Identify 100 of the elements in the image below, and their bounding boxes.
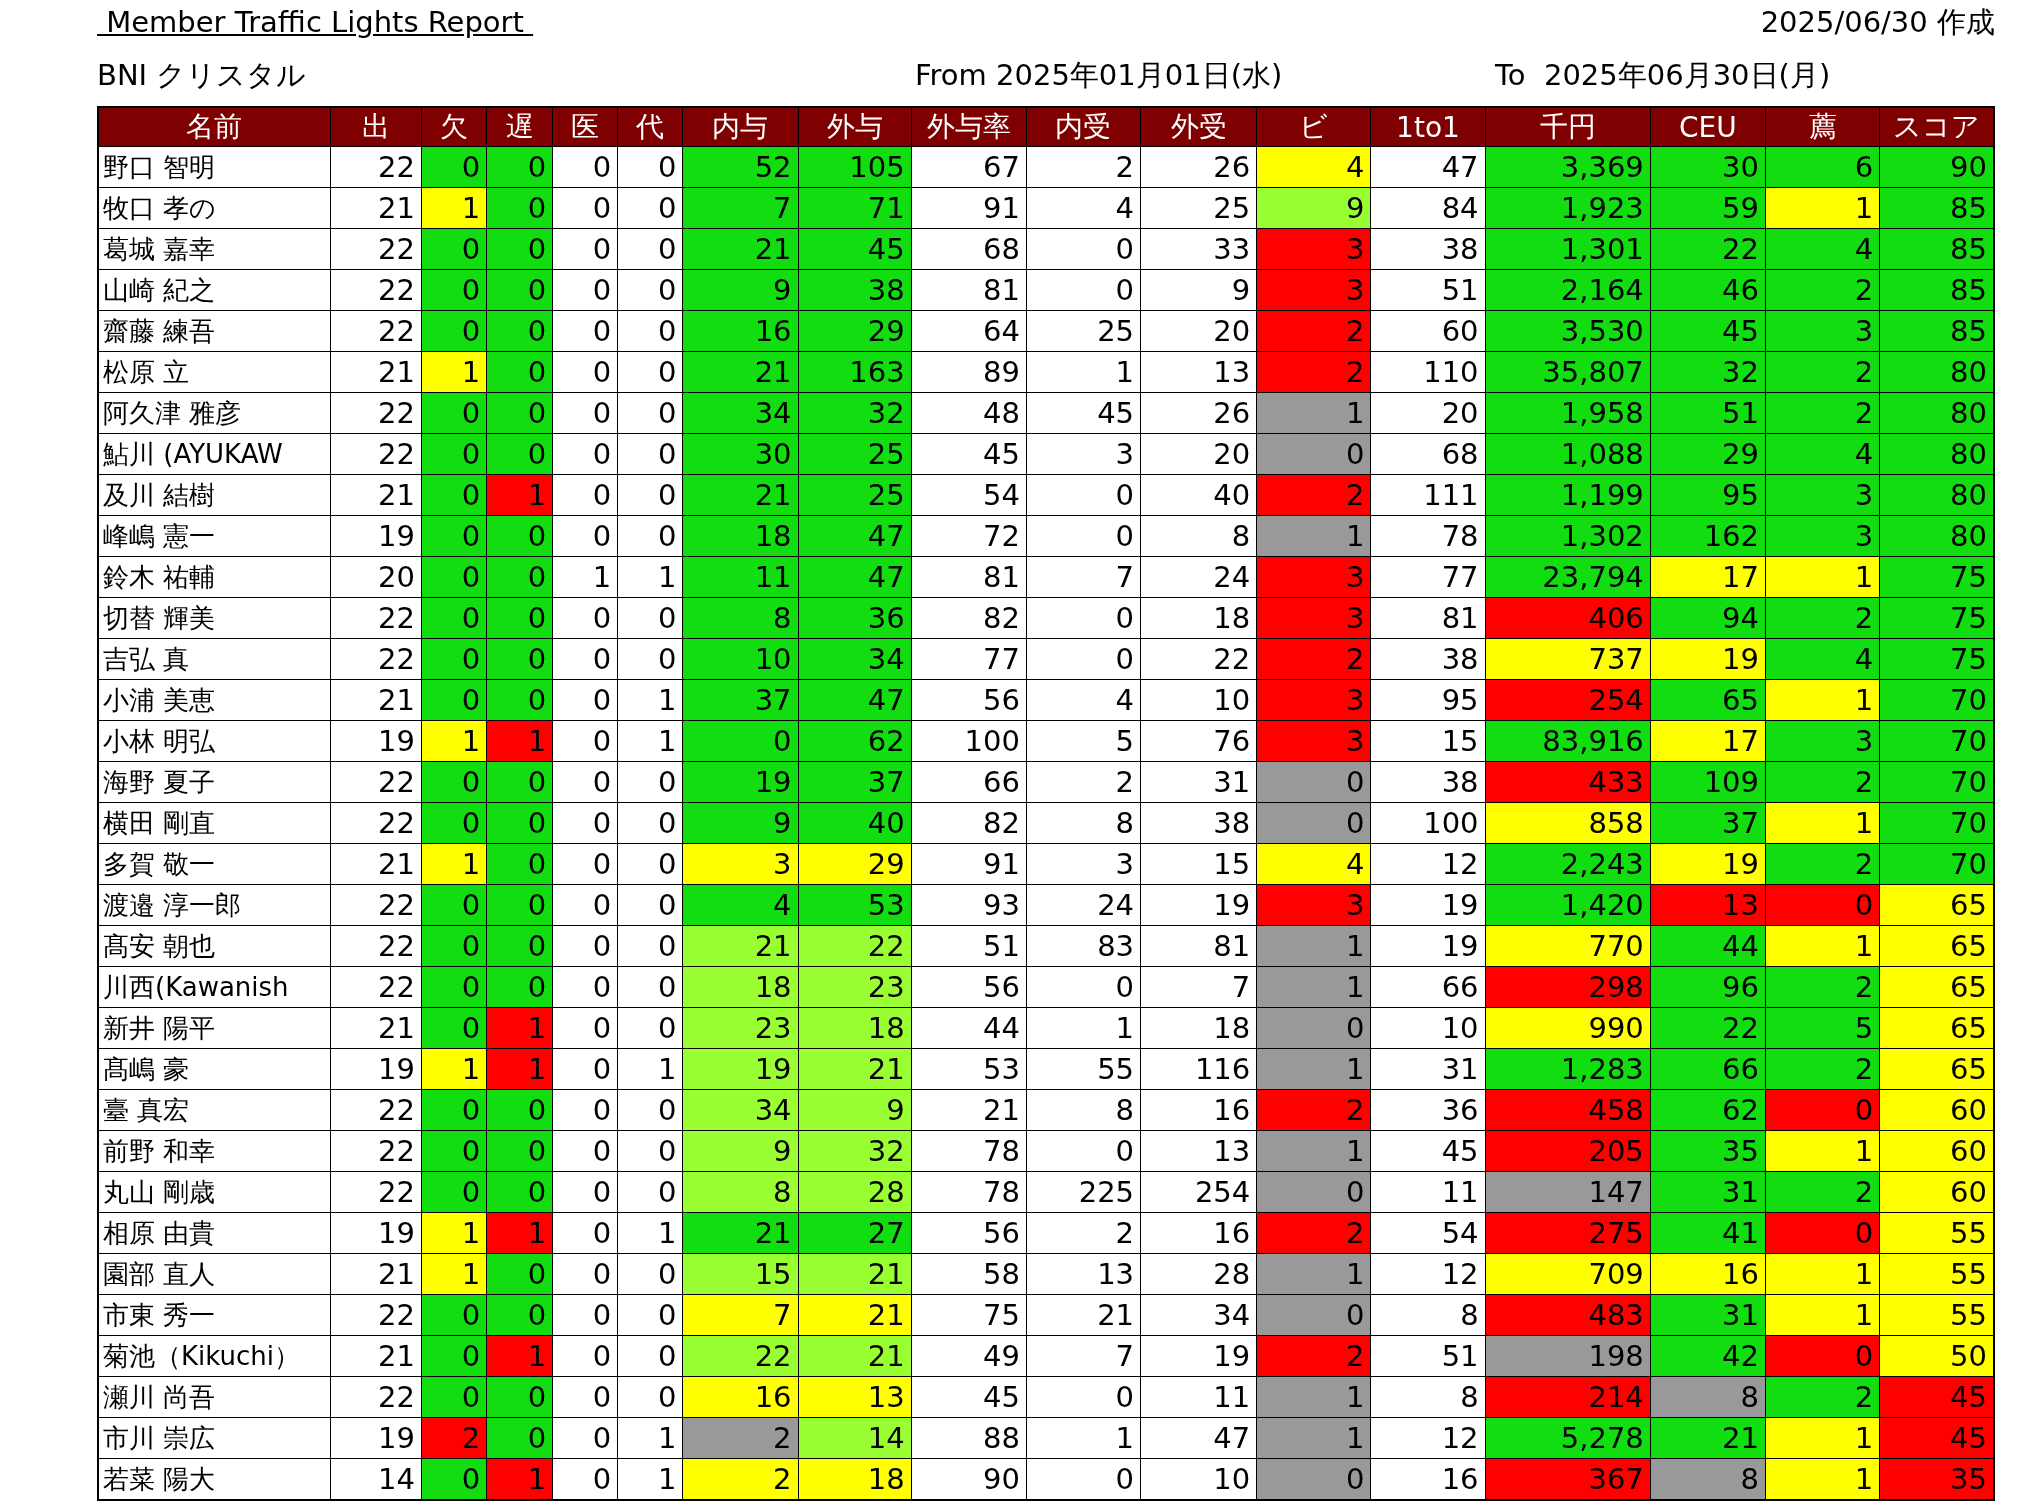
table-cell: 0 (617, 1089, 683, 1131)
member-name: 髙安 朝也 (98, 925, 331, 967)
table-cell: 7 (682, 187, 799, 229)
table-cell: 0 (486, 761, 553, 803)
table-cell: 0 (1256, 1007, 1371, 1049)
table-cell: 0 (421, 228, 487, 270)
table-cell: 27 (798, 1212, 912, 1254)
column-header: スコア (1879, 107, 1994, 147)
table-cell: 1 (421, 1048, 487, 1090)
table-cell: 214 (1485, 1376, 1651, 1418)
table-cell: 19 (330, 720, 422, 762)
table-cell: 4 (1026, 187, 1141, 229)
table-cell: 38 (1370, 761, 1486, 803)
table-cell: 3 (1256, 269, 1371, 311)
table-cell: 2 (1765, 761, 1880, 803)
member-name: 松原 立 (98, 351, 331, 393)
table-cell: 0 (421, 761, 487, 803)
table-cell: 1 (617, 556, 683, 598)
table-cell: 72 (911, 515, 1027, 557)
table-cell: 62 (1650, 1089, 1766, 1131)
table-cell: 66 (1370, 966, 1486, 1008)
table-cell: 1 (617, 1417, 683, 1459)
table-cell: 22 (330, 1171, 422, 1213)
table-cell: 25 (1140, 187, 1257, 229)
table-cell: 70 (1879, 761, 1994, 803)
table-cell: 0 (421, 515, 487, 557)
table-cell: 0 (486, 1171, 553, 1213)
table-cell: 55 (1879, 1212, 1994, 1254)
table-cell: 9 (682, 1130, 799, 1172)
table-cell: 8 (1650, 1458, 1766, 1500)
table-cell: 34 (1140, 1294, 1257, 1336)
table-cell: 10 (1140, 679, 1257, 721)
table-cell: 22 (1650, 228, 1766, 270)
table-cell: 55 (1026, 1048, 1141, 1090)
table-cell: 45 (1650, 310, 1766, 352)
table-cell: 78 (1370, 515, 1486, 557)
table-cell: 60 (1879, 1171, 1994, 1213)
table-cell: 44 (911, 1007, 1027, 1049)
table-cell: 0 (421, 679, 487, 721)
table-cell: 0 (486, 1376, 553, 1418)
table-cell: 116 (1140, 1048, 1257, 1090)
table-cell: 23 (682, 1007, 799, 1049)
table-cell: 12 (1370, 1417, 1486, 1459)
table-cell: 3,530 (1485, 310, 1651, 352)
table-cell: 80 (1879, 351, 1994, 393)
table-cell: 93 (911, 884, 1027, 926)
table-cell: 70 (1879, 720, 1994, 762)
table-cell: 17 (1650, 556, 1766, 598)
table-cell: 990 (1485, 1007, 1651, 1049)
table-cell: 0 (421, 1130, 487, 1172)
table-cell: 0 (617, 802, 683, 844)
table-cell: 0 (486, 310, 553, 352)
table-cell: 15 (1370, 720, 1486, 762)
table-cell: 0 (552, 1335, 618, 1377)
table-cell: 13 (1026, 1253, 1141, 1295)
table-cell: 85 (1879, 269, 1994, 311)
member-name: 海野 夏子 (98, 761, 331, 803)
member-name: 牧口 孝の (98, 187, 331, 229)
table-cell: 0 (486, 925, 553, 967)
member-name: 丸山 剛歳 (98, 1171, 331, 1213)
table-cell: 19 (330, 515, 422, 557)
table-cell: 1 (1765, 556, 1880, 598)
table-cell: 29 (798, 310, 912, 352)
table-cell: 0 (552, 392, 618, 434)
table-cell: 66 (1650, 1048, 1766, 1090)
table-cell: 15 (682, 1253, 799, 1295)
table-cell: 0 (486, 1089, 553, 1131)
table-cell: 22 (330, 761, 422, 803)
table-cell: 42 (1650, 1335, 1766, 1377)
table-cell: 0 (486, 228, 553, 270)
table-cell: 3 (1256, 597, 1371, 639)
table-cell: 2 (1765, 351, 1880, 393)
table-cell: 0 (486, 392, 553, 434)
table-cell: 0 (486, 146, 553, 188)
table-cell: 0 (1026, 1130, 1141, 1172)
table-cell: 0 (421, 1089, 487, 1131)
table-cell: 0 (486, 433, 553, 475)
table-cell: 56 (911, 1212, 1027, 1254)
table-cell: 0 (552, 1171, 618, 1213)
table-cell: 0 (552, 1048, 618, 1090)
table-cell: 3 (1256, 884, 1371, 926)
table-cell: 0 (421, 310, 487, 352)
member-name: 鮎川 (AYUKAW (98, 433, 331, 475)
table-cell: 16 (1140, 1212, 1257, 1254)
table-cell: 53 (798, 884, 912, 926)
table-cell: 3 (682, 843, 799, 885)
table-cell: 94 (1650, 597, 1766, 639)
table-cell: 45 (1026, 392, 1141, 434)
table-cell: 0 (421, 597, 487, 639)
table-cell: 21 (682, 925, 799, 967)
table-cell: 70 (1879, 802, 1994, 844)
table-cell: 1 (1765, 187, 1880, 229)
table-cell: 2 (1765, 269, 1880, 311)
table-cell: 77 (1370, 556, 1486, 598)
table-cell: 0 (1026, 269, 1141, 311)
table-cell: 45 (798, 228, 912, 270)
table-cell: 2 (1765, 843, 1880, 885)
table-cell: 8 (1370, 1294, 1486, 1336)
table-cell: 65 (1879, 884, 1994, 926)
table-cell: 16 (1140, 1089, 1257, 1131)
